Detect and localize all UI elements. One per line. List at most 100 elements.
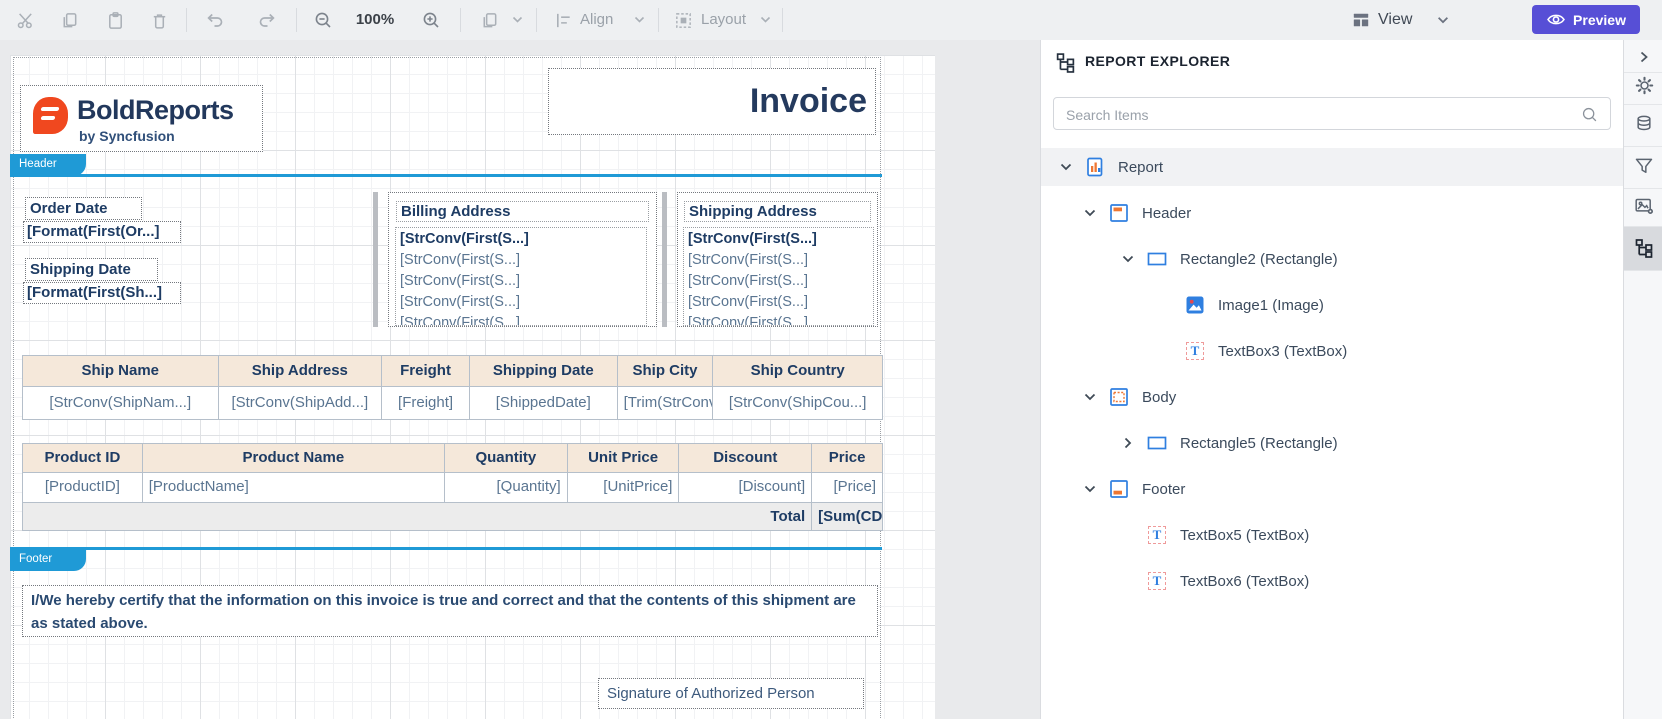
redo-button[interactable] [256,9,278,31]
paste-button[interactable] [104,9,126,31]
table-cell[interactable]: [StrConv(ShipNam...] [23,387,219,419]
tree-item-label: Image1 (Image) [1218,296,1324,314]
toolbar: 100% Align Layout View Preview [0,0,1662,41]
layout-menu[interactable]: Layout [701,0,746,40]
search-input[interactable] [1064,99,1578,130]
certification-textbox[interactable]: I/We hereby certify that the information… [22,585,878,637]
chevron-right-icon[interactable] [1121,436,1135,450]
table-cell[interactable]: [ProductName] [143,473,445,502]
tree-item-label: Report [1118,158,1164,176]
undo-button[interactable] [204,9,226,31]
shipping-list-handle[interactable] [662,192,667,327]
tree-item-image1[interactable]: Image1 (Image) [1041,286,1624,324]
copy-button[interactable] [58,9,80,31]
preview-button[interactable]: Preview [1532,5,1640,34]
funnel-icon [1635,158,1653,173]
header-section-tab[interactable]: Header [10,154,86,176]
filter-tab[interactable] [1632,154,1656,178]
chevron-down-icon[interactable] [1121,252,1135,266]
signature-textbox[interactable]: Signature of Authorized Person [598,678,864,709]
tree-item-header[interactable]: Header [1041,194,1624,232]
table-cell[interactable]: [StrConv(ShipAdd...] [219,387,383,419]
tree-item-rectangle5[interactable]: Rectangle5 (Rectangle) [1041,424,1624,462]
product-table[interactable]: Product ID Product Name Quantity Unit Pr… [22,443,883,531]
report-page[interactable]: BoldReports by Syncfusion Invoice Header… [10,55,935,719]
total-value-cell[interactable]: [Sum(CDec(F [812,502,882,530]
layout-dropdown[interactable] [754,9,776,31]
chevron-down-icon [512,16,522,23]
table-cell[interactable]: [Price] [812,473,882,502]
column-header: Shipping Date [469,356,618,387]
duplicate-button[interactable] [478,9,500,31]
zoom-out-button[interactable] [312,9,334,31]
cut-button[interactable] [14,9,36,31]
search-icon[interactable] [1581,106,1598,123]
billing-list-handle[interactable] [373,192,378,327]
duplicate-dropdown[interactable] [506,9,528,31]
chevron-down-icon [760,16,770,23]
billing-address-list[interactable]: [StrConv(First(S...] [StrConv(First(S...… [395,227,647,326]
table-cell[interactable]: [Discount] [679,473,813,502]
shipping-date-field[interactable]: [Format(First(Sh...] [23,282,181,304]
column-header: Unit Price [567,444,680,473]
zoom-out-icon [315,12,331,28]
tree-item-textbox6[interactable]: T TextBox6 (TextBox) [1041,562,1624,600]
chevron-down-icon [1438,16,1448,23]
view-dropdown[interactable] [1432,9,1454,31]
order-date-label[interactable]: Order Date [25,197,142,220]
image-manager-tab[interactable] [1632,194,1656,218]
tree-item-textbox5[interactable]: T TextBox5 (TextBox) [1041,516,1624,554]
tree-item-textbox3[interactable]: T TextBox3 (TextBox) [1041,332,1624,370]
address-line: [StrConv(First(S...] [400,315,521,326]
tree-item-rectangle2[interactable]: Rectangle2 (Rectangle) [1041,240,1624,278]
design-canvas[interactable]: BoldReports by Syncfusion Invoice Header… [0,40,1040,719]
zoom-in-button[interactable] [420,9,442,31]
footer-section-tab[interactable]: Footer [10,549,86,571]
toolbar-separator [536,8,537,32]
order-date-field[interactable]: [Format(First(Or...] [23,221,181,243]
column-header: Ship Name [23,356,219,387]
table-cell[interactable]: [Freight] [382,387,470,419]
address-line: [StrConv(First(S...] [400,273,521,289]
settings-tab[interactable] [1632,73,1656,97]
table-cell[interactable]: [Trim(StrConv( [618,387,714,419]
report-icon [1085,157,1105,177]
ship-details-table[interactable]: Ship Name Ship Address Freight Shipping … [22,355,883,420]
report-designer: 100% Align Layout View Preview BoldRepor… [0,0,1662,719]
total-label-cell[interactable]: Total [23,502,813,530]
chevron-down-icon[interactable] [1059,160,1073,174]
shipping-address-list[interactable]: [StrConv(First(S...] [StrConv(First(S...… [683,227,874,326]
toolbar-separator [460,8,461,32]
collapse-panel-button[interactable] [1632,45,1656,69]
chevron-down-icon[interactable] [1083,482,1097,496]
delete-button[interactable] [148,9,170,31]
table-cell[interactable]: [Quantity] [445,473,568,502]
table-cell[interactable]: [UnitPrice] [568,473,680,502]
address-line: [StrConv(First(S...] [688,294,809,310]
duplicate-icon [483,12,496,27]
zoom-level[interactable]: 100% [347,0,403,40]
chevron-down-icon[interactable] [1083,390,1097,404]
billing-address-label[interactable]: Billing Address [396,201,649,222]
table-cell[interactable]: [ShippedDate] [470,387,618,419]
table-cell[interactable]: [StrConv(ShipCou...] [713,387,882,419]
shipping-date-label[interactable]: Shipping Date [25,258,158,281]
brand-name: BoldReports [77,95,234,125]
tree-item-body[interactable]: Body [1041,378,1624,416]
invoice-title-textbox[interactable]: Invoice [548,68,876,135]
table-header-row: Ship Name Ship Address Freight Shipping … [23,356,882,387]
tree-item-footer[interactable]: Footer [1041,470,1624,508]
align-dropdown[interactable] [628,9,650,31]
report-explorer-tab[interactable] [1632,236,1656,260]
search-box[interactable] [1053,97,1611,130]
shipping-address-label[interactable]: Shipping Address [684,201,871,222]
tree-item-report[interactable]: Report [1041,148,1624,186]
view-menu[interactable]: View [1378,0,1412,40]
align-menu[interactable]: Align [580,0,613,40]
logo-image-element[interactable]: BoldReports by Syncfusion [20,85,263,152]
data-tab[interactable] [1632,112,1656,136]
table-cell[interactable]: [ProductID] [23,473,143,502]
chevron-down-icon[interactable] [1083,206,1097,220]
address-line: [StrConv(First(S...] [400,294,521,310]
boldreports-logo-icon [33,97,68,134]
